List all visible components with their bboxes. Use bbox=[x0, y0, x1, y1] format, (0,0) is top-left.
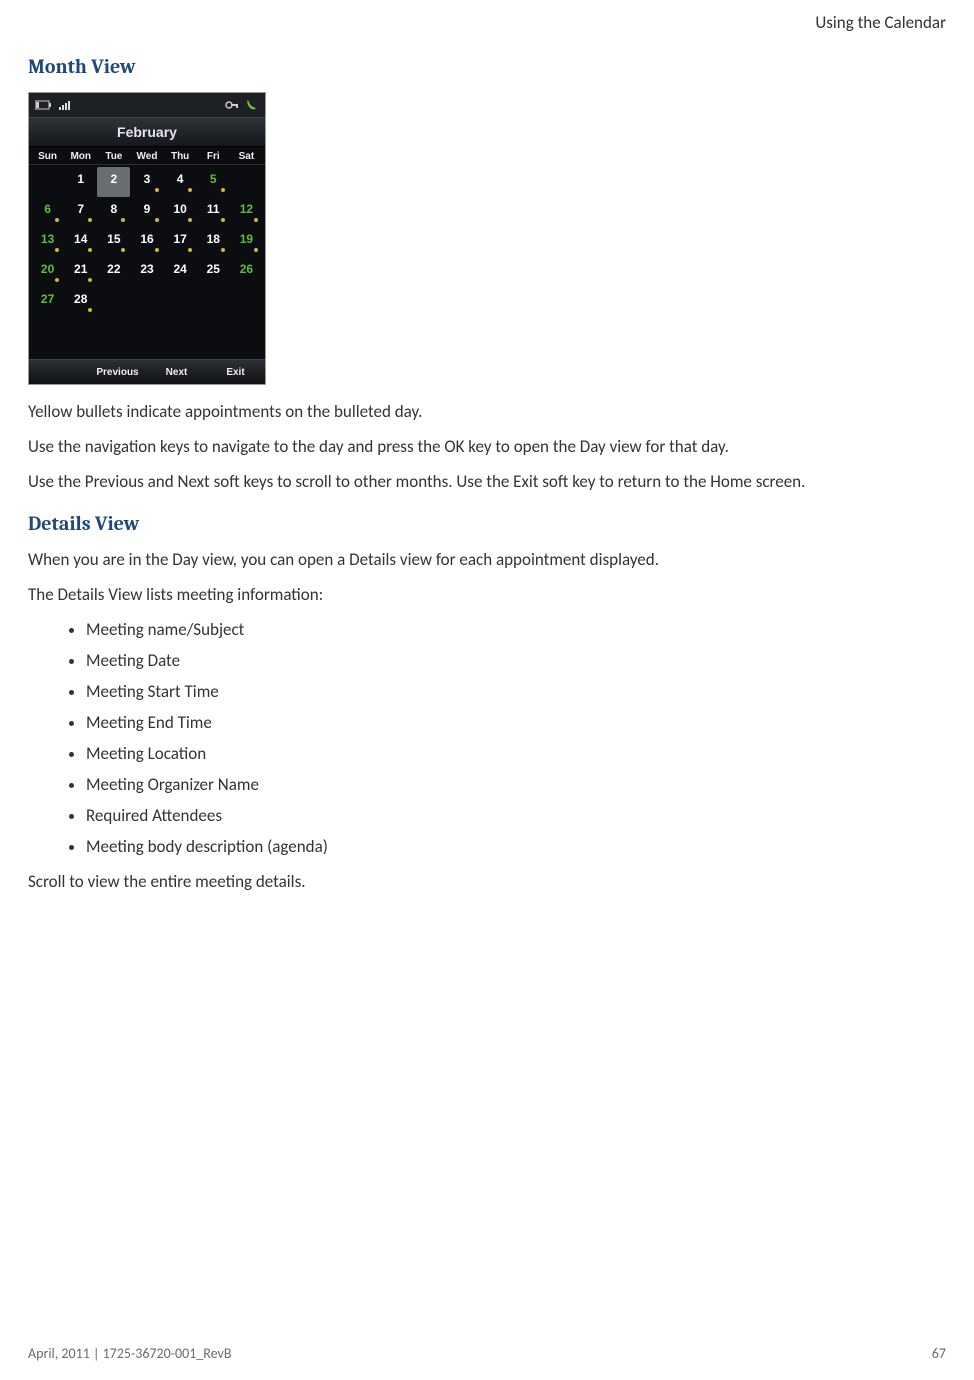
calendar-day[interactable]: 13 bbox=[31, 227, 64, 257]
calendar-day[interactable]: 23 bbox=[130, 257, 163, 287]
appointment-dot-icon bbox=[88, 278, 92, 282]
calendar-day[interactable]: 17 bbox=[164, 227, 197, 257]
calendar-day bbox=[130, 287, 163, 317]
dow-fri: Fri bbox=[197, 151, 230, 162]
calendar-day[interactable]: 19 bbox=[230, 227, 263, 257]
section-month-view-title: Month View bbox=[28, 55, 946, 78]
month-view-p1: Yellow bullets indicate appointments on … bbox=[28, 401, 946, 424]
appointment-dot-icon bbox=[221, 188, 225, 192]
list-item: Meeting body description (agenda) bbox=[86, 836, 946, 857]
page-footer: April, 2011 | 1725-36720-001_RevB 67 bbox=[28, 1345, 946, 1362]
month-view-screenshot: February Sun Mon Tue Wed Thu Fri Sat 123… bbox=[28, 92, 266, 385]
calendar-day[interactable]: 18 bbox=[197, 227, 230, 257]
appointment-dot-icon bbox=[55, 278, 59, 282]
month-view-p3: Use the Previous and Next soft keys to s… bbox=[28, 471, 946, 494]
calendar-day[interactable]: 9 bbox=[130, 197, 163, 227]
list-item: Meeting End Time bbox=[86, 712, 946, 733]
calendar-day[interactable]: 21 bbox=[64, 257, 97, 287]
appointment-dot-icon bbox=[55, 218, 59, 222]
calendar-day[interactable]: 24 bbox=[164, 257, 197, 287]
calendar-day bbox=[230, 287, 263, 317]
softkey-exit[interactable]: Exit bbox=[206, 367, 265, 378]
footer-right: 67 bbox=[932, 1345, 946, 1362]
details-view-p2: The Details View lists meeting informati… bbox=[28, 584, 946, 607]
calendar-day[interactable]: 1 bbox=[64, 167, 97, 197]
appointment-dot-icon bbox=[254, 218, 258, 222]
list-item: Meeting Start Time bbox=[86, 681, 946, 702]
calendar-day[interactable]: 16 bbox=[130, 227, 163, 257]
calendar-day[interactable]: 8 bbox=[97, 197, 130, 227]
appointment-dot-icon bbox=[121, 248, 125, 252]
list-item: Meeting name/Subject bbox=[86, 619, 946, 640]
calendar-day[interactable]: 6 bbox=[31, 197, 64, 227]
dow-mon: Mon bbox=[64, 151, 97, 162]
appointment-dot-icon bbox=[188, 248, 192, 252]
dow-thu: Thu bbox=[164, 151, 197, 162]
appointment-dot-icon bbox=[88, 248, 92, 252]
calendar-day bbox=[31, 167, 64, 197]
appointment-dot-icon bbox=[155, 248, 159, 252]
calendar-day[interactable]: 3 bbox=[130, 167, 163, 197]
list-item: Meeting Date bbox=[86, 650, 946, 671]
appointment-dot-icon bbox=[88, 218, 92, 222]
month-title-bar: February bbox=[29, 117, 265, 147]
dow-sun: Sun bbox=[31, 151, 64, 162]
calendar-day[interactable]: 7 bbox=[64, 197, 97, 227]
calendar-day[interactable]: 28 bbox=[64, 287, 97, 317]
calendar-day[interactable]: 5 bbox=[197, 167, 230, 197]
list-item: Meeting Organizer Name bbox=[86, 774, 946, 795]
section-details-view-title: Details View bbox=[28, 512, 946, 535]
calendar-day[interactable]: 11 bbox=[197, 197, 230, 227]
calendar-day bbox=[97, 287, 130, 317]
details-view-p1: When you are in the Day view, you can op… bbox=[28, 549, 946, 572]
calendar-day[interactable]: 15 bbox=[97, 227, 130, 257]
phone-presence-icon bbox=[245, 98, 259, 112]
appointment-dot-icon bbox=[55, 248, 59, 252]
calendar-day[interactable]: 10 bbox=[164, 197, 197, 227]
dow-sat: Sat bbox=[230, 151, 263, 162]
footer-left: April, 2011 | 1725-36720-001_RevB bbox=[28, 1345, 231, 1362]
calendar-day bbox=[164, 287, 197, 317]
appointment-dot-icon bbox=[188, 218, 192, 222]
month-label: February bbox=[117, 124, 177, 140]
day-of-week-row: Sun Mon Tue Wed Thu Fri Sat bbox=[29, 147, 265, 165]
list-item: Required Attendees bbox=[86, 805, 946, 826]
calendar-day[interactable]: 27 bbox=[31, 287, 64, 317]
appointment-dot-icon bbox=[155, 218, 159, 222]
calendar-day[interactable]: 12 bbox=[230, 197, 263, 227]
calendar-day[interactable]: 20 bbox=[31, 257, 64, 287]
softkey-bar: Previous Next Exit bbox=[29, 359, 265, 384]
calendar-day bbox=[197, 287, 230, 317]
list-item: Meeting Location bbox=[86, 743, 946, 764]
calendar-day[interactable]: 4 bbox=[164, 167, 197, 197]
softkey-next[interactable]: Next bbox=[147, 367, 206, 378]
key-icon bbox=[225, 99, 239, 111]
softkey-previous[interactable]: Previous bbox=[88, 367, 147, 378]
page-header-right: Using the Calendar bbox=[28, 12, 946, 33]
appointment-dot-icon bbox=[155, 188, 159, 192]
calendar-day[interactable]: 2 bbox=[97, 167, 130, 197]
appointment-dot-icon bbox=[221, 248, 225, 252]
calendar-grid: 1234567891011121314151617181920212223242… bbox=[29, 165, 265, 319]
calendar-day[interactable]: 26 bbox=[230, 257, 263, 287]
appointment-dot-icon bbox=[188, 188, 192, 192]
calendar-day[interactable]: 22 bbox=[97, 257, 130, 287]
month-view-p2: Use the navigation keys to navigate to t… bbox=[28, 436, 946, 459]
appointment-dot-icon bbox=[88, 308, 92, 312]
phone-status-bar bbox=[29, 93, 265, 117]
appointment-dot-icon bbox=[121, 218, 125, 222]
calendar-day[interactable]: 14 bbox=[64, 227, 97, 257]
calendar-day[interactable]: 25 bbox=[197, 257, 230, 287]
appointment-dot-icon bbox=[254, 248, 258, 252]
calendar-day bbox=[230, 167, 263, 197]
details-view-list: Meeting name/Subject Meeting Date Meeting … bbox=[28, 619, 946, 857]
dow-wed: Wed bbox=[130, 151, 163, 162]
battery-icon bbox=[35, 100, 53, 110]
appointment-dot-icon bbox=[221, 218, 225, 222]
signal-icon bbox=[59, 100, 73, 110]
details-view-p3: Scroll to view the entire meeting detail… bbox=[28, 871, 946, 894]
dow-tue: Tue bbox=[97, 151, 130, 162]
